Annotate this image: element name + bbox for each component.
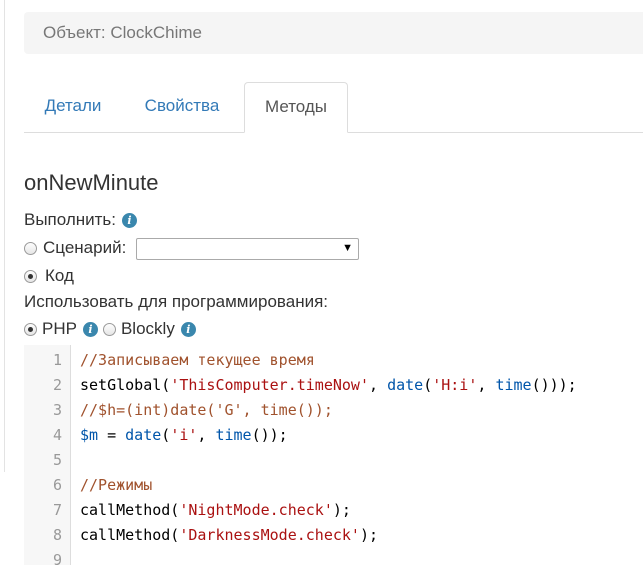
code-token: $m xyxy=(80,426,99,444)
info-icon[interactable]: i xyxy=(82,321,98,337)
tab-methods[interactable]: Методы xyxy=(244,82,348,133)
scenario-select[interactable]: ▼ xyxy=(136,238,359,260)
execute-label: Выполнить: xyxy=(24,210,117,229)
code-token: time xyxy=(495,376,532,394)
programming-label: Использовать для программирования: xyxy=(24,292,329,311)
code-token: ( xyxy=(161,426,171,444)
line-number: 3 xyxy=(52,401,62,419)
code-line: //Записываем текущее время xyxy=(80,348,315,373)
tab-details[interactable]: Детали xyxy=(24,82,122,132)
code-token: //Режимы xyxy=(80,476,153,494)
code-line: setGlobal('ThisComputer.timeNow', date('… xyxy=(80,373,577,398)
line-number: 2 xyxy=(52,376,62,394)
code-token: ()); xyxy=(251,426,288,444)
left-border xyxy=(0,0,5,472)
chevron-down-icon: ▼ xyxy=(342,242,353,254)
scenario-label: Сценарий: xyxy=(43,238,127,257)
code-token: callMethod( xyxy=(80,501,180,519)
code-token: setGlobal( xyxy=(80,376,171,394)
tab-bar: Детали Свойства Методы xyxy=(24,82,643,133)
code-token: ())); xyxy=(531,376,577,394)
code-token: date xyxy=(125,426,162,444)
line-number: 9 xyxy=(52,551,62,569)
code-line: //Режимы xyxy=(80,473,152,498)
code-radio[interactable] xyxy=(24,269,37,283)
code-row: Код xyxy=(24,266,74,286)
code-token: , xyxy=(197,426,216,444)
blockly-radio[interactable] xyxy=(102,322,116,336)
code-token: time xyxy=(215,426,252,444)
code-line: //$h=(int)date('G', time()); xyxy=(80,398,333,423)
line-number: 4 xyxy=(52,426,62,444)
programming-row: Использовать для программирования: xyxy=(24,292,328,312)
method-title: onNewMinute xyxy=(24,170,159,195)
code-token: 'DarknessMode.check' xyxy=(179,526,360,544)
tab-properties[interactable]: Свойства xyxy=(122,82,242,132)
code-token: //$h=(int)date('G', time()); xyxy=(80,401,333,419)
code-token: 'NightMode.check' xyxy=(179,501,333,519)
info-icon[interactable]: i xyxy=(122,212,138,228)
php-radio[interactable] xyxy=(24,322,37,336)
code-token: = xyxy=(98,426,126,444)
line-number: 1 xyxy=(52,351,62,369)
blockly-label: Blockly xyxy=(120,319,175,338)
code-token: 'i' xyxy=(170,426,198,444)
code-token: ( xyxy=(423,376,433,394)
info-icon[interactable]: i xyxy=(180,321,196,337)
code-token: , xyxy=(477,376,496,394)
code-area[interactable]: //Записываем текущее время setGlobal('Thi… xyxy=(71,345,643,565)
code-line: callMethod('DarknessMode.check'); xyxy=(80,523,378,548)
code-token: callMethod( xyxy=(80,526,180,544)
line-number: 7 xyxy=(52,501,62,519)
scenario-row: Сценарий: xyxy=(24,238,126,258)
code-line: $m = date('i', time()); xyxy=(80,423,288,448)
language-row: PHP i Blockly i xyxy=(24,319,196,339)
code-token: , xyxy=(369,376,388,394)
code-token: 'H:i' xyxy=(432,376,478,394)
code-editor[interactable]: 1 2 3 4 5 6 7 8 9 //Записываем текущее время setG… xyxy=(24,345,643,569)
code-label: Код xyxy=(45,266,74,285)
line-number: 5 xyxy=(52,451,62,469)
execute-row: Выполнить: i xyxy=(24,210,138,230)
line-number: 8 xyxy=(52,526,62,544)
code-token: ); xyxy=(332,501,351,519)
line-number: 6 xyxy=(52,476,62,494)
code-token: //Записываем текущее время xyxy=(80,351,315,369)
php-label: PHP xyxy=(42,319,77,338)
code-line: callMethod('NightMode.check'); xyxy=(80,498,351,523)
line-number-gutter: 1 2 3 4 5 6 7 8 9 xyxy=(24,345,71,569)
code-token: date xyxy=(387,376,424,394)
scenario-radio[interactable] xyxy=(24,241,37,255)
code-token: ); xyxy=(359,526,379,544)
code-token: 'ThisComputer.timeNow' xyxy=(170,376,369,394)
breadcrumb: Объект: ClockChime xyxy=(24,12,643,54)
